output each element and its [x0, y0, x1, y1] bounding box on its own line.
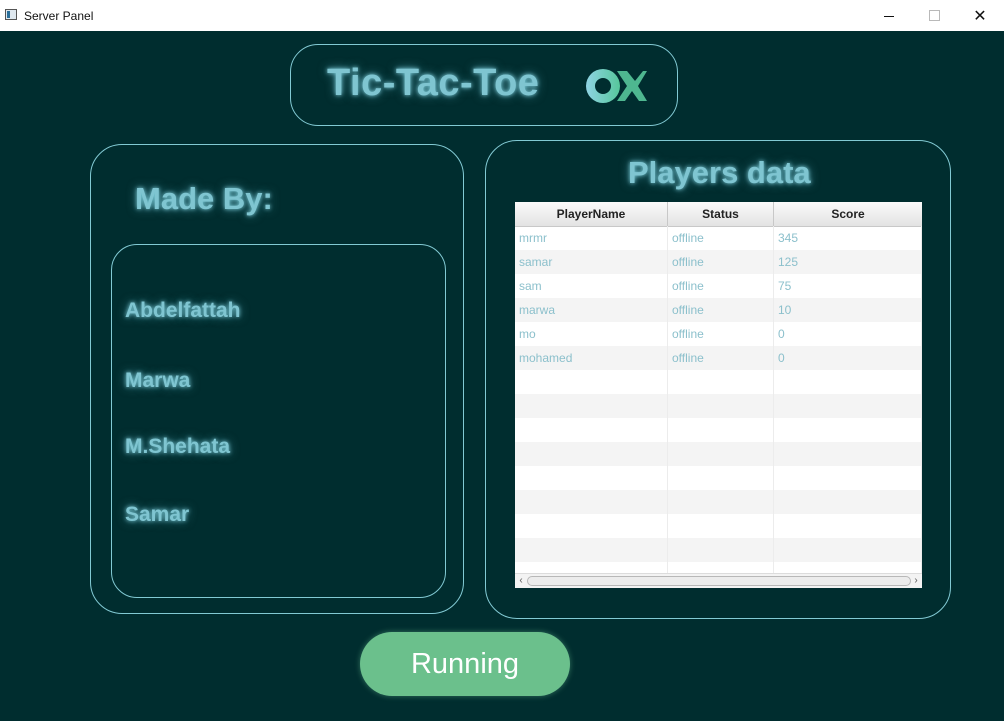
- title-bar: Server Panel ✕: [0, 0, 1004, 32]
- minimize-icon: [884, 15, 894, 17]
- status-cell: offline: [668, 298, 774, 322]
- score-cell: 125: [774, 250, 922, 274]
- table-body: mrmr offline 345 samar offline 125 sam offline 7…: [515, 226, 922, 586]
- score-cell: [774, 466, 922, 490]
- table-header: PlayerName Status Score: [515, 202, 922, 227]
- horizontal-scrollbar[interactable]: ‹ ›: [515, 573, 922, 588]
- empty-table-row[interactable]: [515, 394, 922, 418]
- score-cell: [774, 418, 922, 442]
- player-name-cell: mo: [515, 322, 668, 346]
- status-cell: offline: [668, 346, 774, 370]
- score-cell: [774, 538, 922, 562]
- score-cell: 0: [774, 322, 922, 346]
- running-status-button[interactable]: Running: [360, 632, 570, 696]
- player-name-cell: [515, 466, 668, 490]
- player-name-cell: [515, 418, 668, 442]
- column-header-score[interactable]: Score: [774, 202, 922, 226]
- status-cell: [668, 418, 774, 442]
- empty-table-row[interactable]: [515, 466, 922, 490]
- player-name-cell: [515, 394, 668, 418]
- empty-table-row[interactable]: [515, 370, 922, 394]
- table-row[interactable]: samar offline 125: [515, 250, 922, 274]
- player-name-cell: [515, 442, 668, 466]
- status-cell: offline: [668, 226, 774, 250]
- player-name-cell: samar: [515, 250, 668, 274]
- table-row[interactable]: sam offline 75: [515, 274, 922, 298]
- players-title: Players data: [628, 155, 811, 190]
- score-cell: [774, 490, 922, 514]
- score-cell: 345: [774, 226, 922, 250]
- player-name-cell: marwa: [515, 298, 668, 322]
- status-cell: [668, 514, 774, 538]
- table-row[interactable]: mo offline 0: [515, 322, 922, 346]
- score-cell: [774, 394, 922, 418]
- empty-table-row[interactable]: [515, 538, 922, 562]
- table-row[interactable]: mrmr offline 345: [515, 226, 922, 250]
- score-cell: 10: [774, 298, 922, 322]
- player-name-cell: sam: [515, 274, 668, 298]
- status-cell: [668, 490, 774, 514]
- close-icon: ✕: [973, 7, 987, 25]
- minimize-button[interactable]: [866, 0, 912, 31]
- server-panel: Tic-Tac-Toe Made By: Abdelfattah Marwa M…: [0, 31, 1004, 721]
- status-cell: [668, 538, 774, 562]
- empty-table-row[interactable]: [515, 514, 922, 538]
- made-by-panel: Made By: Abdelfattah Marwa M.Shehata Sam…: [90, 144, 464, 614]
- empty-table-row[interactable]: [515, 490, 922, 514]
- app-title: Tic-Tac-Toe: [327, 62, 540, 104]
- player-name-cell: mrmr: [515, 226, 668, 250]
- maximize-icon: [928, 10, 940, 21]
- table-row[interactable]: mohamed offline 0: [515, 346, 922, 370]
- status-cell: offline: [668, 322, 774, 346]
- player-name-cell: [515, 490, 668, 514]
- players-panel: Players data PlayerName Status Score mrm…: [485, 140, 951, 619]
- player-name-cell: mohamed: [515, 346, 668, 370]
- status-cell: [668, 466, 774, 490]
- players-table[interactable]: PlayerName Status Score mrmr offline 345 sa…: [515, 202, 922, 588]
- maximize-button[interactable]: [911, 0, 957, 31]
- status-cell: offline: [668, 250, 774, 274]
- player-name-cell: [515, 514, 668, 538]
- player-name-cell: [515, 370, 668, 394]
- status-cell: [668, 394, 774, 418]
- window-app-icon: [5, 9, 17, 20]
- score-cell: [774, 370, 922, 394]
- team-member: Abdelfattah: [125, 299, 241, 322]
- close-button[interactable]: ✕: [957, 0, 1003, 31]
- team-member: Marwa: [125, 369, 191, 392]
- scroll-right-icon[interactable]: ›: [910, 574, 922, 588]
- status-cell: offline: [668, 274, 774, 298]
- score-cell: [774, 514, 922, 538]
- player-name-cell: [515, 538, 668, 562]
- status-cell: [668, 370, 774, 394]
- header-panel: Tic-Tac-Toe: [290, 44, 678, 126]
- scroll-thumb[interactable]: [527, 576, 911, 586]
- column-header-status[interactable]: Status: [668, 202, 774, 226]
- status-cell: [668, 442, 774, 466]
- score-cell: 75: [774, 274, 922, 298]
- empty-table-row[interactable]: [515, 442, 922, 466]
- score-cell: [774, 442, 922, 466]
- empty-table-row[interactable]: [515, 418, 922, 442]
- ox-logo-icon: [586, 69, 647, 103]
- team-member: Samar: [125, 503, 190, 526]
- team-members-list: Abdelfattah Marwa M.Shehata Samar: [111, 244, 446, 598]
- made-by-title: Made By:: [135, 181, 273, 216]
- column-header-playername[interactable]: PlayerName: [515, 202, 668, 226]
- score-cell: 0: [774, 346, 922, 370]
- team-member: M.Shehata: [125, 435, 231, 458]
- scroll-left-icon[interactable]: ‹: [515, 574, 527, 588]
- window-title: Server Panel: [24, 9, 94, 23]
- table-row[interactable]: marwa offline 10: [515, 298, 922, 322]
